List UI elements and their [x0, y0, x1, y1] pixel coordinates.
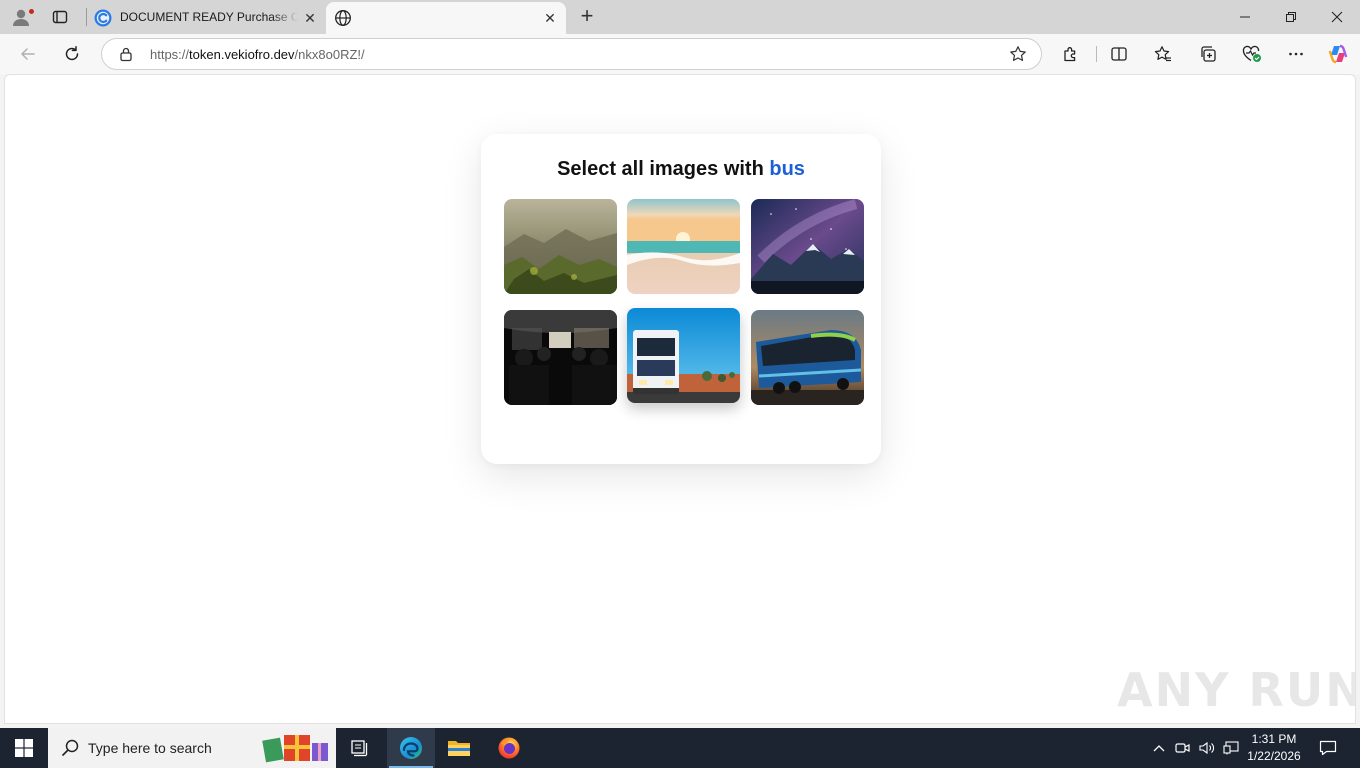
more-icon: [1289, 52, 1303, 56]
edge-taskbar-button[interactable]: [387, 728, 435, 768]
tab-actions-button[interactable]: [46, 5, 74, 29]
close-tab-icon[interactable]: ✕: [302, 10, 318, 26]
url-path: /nkx8o0RZ!/: [294, 47, 365, 62]
url-text[interactable]: https://token.vekiofro.dev/nkx8o0RZ!/: [150, 47, 365, 62]
minimize-icon: [1240, 16, 1250, 18]
browser-toolbar: https://token.vekiofro.dev/nkx8o0RZ!/: [0, 34, 1360, 74]
extensions-button[interactable]: [1059, 42, 1083, 66]
more-button[interactable]: [1284, 42, 1308, 66]
speaker-icon: [1199, 741, 1214, 755]
taskbar-search[interactable]: Type here to search: [48, 728, 336, 768]
minimize-button[interactable]: [1222, 0, 1268, 34]
browser-essentials-button[interactable]: [1240, 42, 1264, 66]
tab-actions-icon: [52, 10, 68, 24]
close-window-button[interactable]: [1314, 0, 1360, 34]
refresh-icon: [65, 46, 79, 61]
windows-logo-icon: [15, 739, 33, 757]
search-icon: [61, 739, 79, 757]
captcha-tile-5[interactable]: [627, 308, 740, 403]
extensions-icon: [1064, 47, 1076, 62]
captcha-tile-1[interactable]: [504, 199, 617, 294]
camera-icon: [1175, 743, 1190, 753]
favorites-icon: [1154, 46, 1171, 62]
toolbar-separator: [1096, 46, 1097, 62]
profile-button[interactable]: [8, 5, 35, 29]
task-view-button[interactable]: [336, 728, 384, 768]
captcha-prompt: Select all images with bus: [481, 158, 881, 181]
copilot-button[interactable]: [1326, 42, 1350, 66]
url-host: token.vekiofro.dev: [189, 47, 295, 62]
captcha-tile-2[interactable]: [627, 199, 740, 294]
mountain-valley-image: [504, 199, 617, 294]
captcha-prompt-text: Select all images with: [557, 158, 764, 180]
back-arrow-icon: [21, 48, 35, 60]
coach-bus-image: [751, 310, 864, 405]
clock-date: 1/22/2026: [1247, 749, 1301, 763]
taskbar: Type here to search 1:31 PM 1/22/2026: [0, 728, 1360, 768]
chevron-up-icon: [1153, 745, 1165, 752]
tab-document-ready[interactable]: DOCUMENT READY Purchase Order ✕: [86, 2, 326, 34]
beach-sunset-image: [627, 199, 740, 294]
favorites-button[interactable]: [1151, 42, 1175, 66]
notification-dot: [28, 8, 35, 15]
browser-essentials-icon: [1242, 45, 1261, 62]
night-sky-mountains-image: [751, 199, 864, 294]
show-hidden-icons-button[interactable]: [1150, 728, 1168, 768]
notification-center-icon: [1319, 740, 1337, 756]
favorite-star-icon[interactable]: [1009, 45, 1027, 63]
anyrun-watermark: ANY RUN: [1117, 655, 1355, 723]
restore-button[interactable]: [1268, 0, 1314, 34]
globe-icon: [335, 10, 351, 26]
clock-time: 1:31 PM: [1251, 732, 1297, 746]
split-screen-button[interactable]: [1107, 42, 1131, 66]
search-highlight-gifts-icon: [262, 735, 328, 763]
bus-interior-image: [504, 310, 617, 405]
network-icon: [1223, 741, 1239, 755]
close-icon: [1331, 11, 1343, 23]
volume-button[interactable]: [1197, 728, 1217, 768]
page-viewport: Select all images with bus ANY RUN: [4, 74, 1356, 724]
captcha-tile-3[interactable]: [751, 199, 864, 294]
captcha-tile-6[interactable]: [751, 310, 864, 405]
refresh-button[interactable]: [58, 40, 86, 68]
tab-title: DOCUMENT READY Purchase Order: [120, 10, 298, 24]
firefox-icon: [498, 737, 520, 759]
site-info-icon[interactable]: [118, 46, 134, 62]
notifications-button[interactable]: [1316, 728, 1340, 768]
address-bar[interactable]: https://token.vekiofro.dev/nkx8o0RZ!/: [101, 38, 1042, 70]
collections-button[interactable]: [1196, 42, 1220, 66]
captcha-c-icon: [94, 9, 112, 27]
captcha-tile-4[interactable]: [504, 310, 617, 405]
tab-strip: DOCUMENT READY Purchase Order ✕ ✕ +: [0, 0, 1360, 34]
meet-now-button[interactable]: [1173, 728, 1193, 768]
watermark-text: ANY RUN: [1117, 663, 1356, 717]
captcha-card: Select all images with bus: [481, 134, 881, 464]
close-tab-icon[interactable]: ✕: [542, 10, 558, 26]
restore-icon: [1286, 12, 1296, 22]
collections-icon: [1201, 46, 1216, 62]
copilot-icon: [1328, 44, 1348, 64]
url-scheme: https://: [150, 47, 190, 62]
tab-active[interactable]: ✕: [326, 2, 566, 34]
system-clock[interactable]: 1:31 PM 1/22/2026: [1240, 731, 1308, 765]
truck-highway-image: [627, 308, 740, 403]
split-screen-icon: [1111, 47, 1127, 61]
back-button[interactable]: [14, 40, 42, 68]
file-explorer-button[interactable]: [435, 728, 483, 768]
captcha-keyword: bus: [769, 158, 805, 180]
new-tab-button[interactable]: +: [575, 5, 599, 29]
task-view-icon: [351, 740, 368, 757]
firefox-button[interactable]: [485, 728, 533, 768]
search-placeholder: Type here to search: [88, 740, 212, 756]
file-explorer-icon: [448, 741, 470, 756]
network-button[interactable]: [1221, 728, 1241, 768]
edge-icon: [400, 737, 422, 759]
start-button[interactable]: [0, 728, 48, 768]
